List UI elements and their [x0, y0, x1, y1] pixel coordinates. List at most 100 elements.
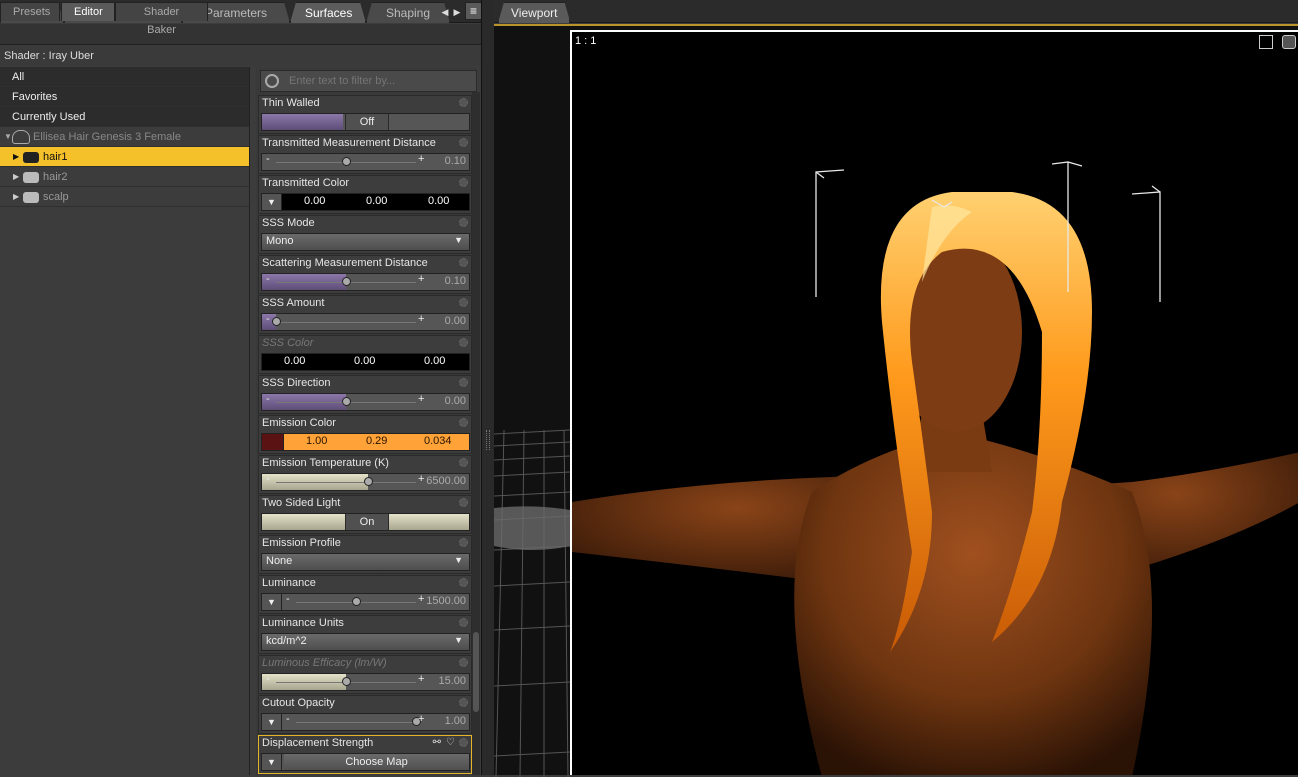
color-channel-value[interactable]: 0.29 [366, 435, 387, 447]
color-channel-value[interactable]: 0.00 [304, 195, 325, 207]
dropdown-select[interactable]: kcd/m^2 ▼ [261, 633, 470, 651]
render-settings-icon[interactable] [1259, 35, 1273, 49]
increment-button[interactable]: + [418, 153, 424, 165]
tree-figure-node[interactable]: ▼ Ellisea Hair Genesis 3 Female [0, 127, 249, 147]
tree-category-all[interactable]: All [0, 67, 249, 87]
gear-icon[interactable] [459, 418, 468, 427]
gear-icon[interactable] [459, 138, 468, 147]
divider-grip-icon[interactable] [486, 430, 490, 450]
slider-value[interactable]: 0.10 [445, 275, 466, 287]
gear-icon[interactable] [459, 498, 468, 507]
color-channel-value[interactable]: 0.00 [428, 195, 449, 207]
tree-item-scalp[interactable]: ▶ scalp [0, 187, 249, 207]
toggle-switch[interactable]: Off [261, 113, 470, 131]
increment-button[interactable]: + [418, 593, 424, 605]
heart-icon[interactable]: ♡ [446, 737, 455, 748]
color-channel-value[interactable]: 0.00 [284, 355, 305, 367]
tree-category-favorites[interactable]: Favorites [0, 87, 249, 107]
slider-value[interactable]: 0.00 [445, 315, 466, 327]
decrement-button[interactable]: - [266, 673, 270, 685]
subtab-presets[interactable]: Presets [0, 2, 60, 21]
choose-map-button[interactable]: Choose Map [284, 754, 469, 770]
decrement-button[interactable]: - [266, 273, 270, 285]
slider-value[interactable]: 1.00 [445, 715, 466, 727]
filter-input[interactable] [289, 71, 474, 91]
gear-icon[interactable] [459, 618, 468, 627]
gear-icon[interactable] [459, 178, 468, 187]
gear-icon[interactable] [459, 218, 468, 227]
increment-button[interactable]: + [418, 673, 424, 685]
gear-icon[interactable] [459, 378, 468, 387]
tab-scroll-right-icon[interactable]: ▶ [452, 4, 462, 20]
tree-item-hair1[interactable]: ▶ hair1 [0, 147, 249, 167]
tab-shaping[interactable]: Shaping [366, 2, 450, 23]
color-channel-value[interactable]: 0.034 [424, 435, 452, 447]
scrollbar-thumb[interactable] [473, 632, 479, 712]
slider-value[interactable]: 0.10 [445, 155, 466, 167]
slider-knob[interactable] [342, 677, 351, 686]
dropdown-select[interactable]: None ▼ [261, 553, 470, 571]
render-view[interactable] [570, 30, 1298, 775]
color-channel-value[interactable]: 0.00 [354, 355, 375, 367]
slider-value[interactable]: 1500.00 [426, 595, 466, 607]
slider-track[interactable] [276, 322, 416, 323]
slider-track[interactable] [276, 482, 416, 483]
color-field[interactable]: ▼ 0.00 0.00 0.00 [261, 193, 470, 211]
slider-knob[interactable] [342, 397, 351, 406]
toggle-label[interactable]: Off [345, 114, 389, 130]
slider-knob[interactable] [352, 597, 361, 606]
decrement-button[interactable]: - [286, 713, 290, 725]
color-channel-value[interactable]: 0.00 [366, 195, 387, 207]
slider-value[interactable]: 15.00 [438, 675, 466, 687]
gear-icon[interactable] [459, 258, 468, 267]
tab-viewport[interactable]: Viewport [498, 2, 570, 23]
panel-menu-icon[interactable]: ≡ [465, 2, 482, 20]
collapse-triangle-icon[interactable]: ▼ [4, 127, 12, 147]
value-slider[interactable]: - +15.00 [261, 673, 470, 691]
value-slider[interactable]: - +0.00 [261, 393, 470, 411]
gear-icon[interactable] [459, 98, 468, 107]
color-field[interactable]: 0.00 0.00 0.00 [261, 353, 470, 371]
tab-scroll-left-icon[interactable]: ◀ [440, 4, 450, 20]
gear-icon[interactable] [459, 338, 468, 347]
map-menu-button[interactable]: ▼ [262, 594, 282, 610]
increment-button[interactable]: + [418, 393, 424, 405]
gear-icon[interactable] [459, 698, 468, 707]
slider-knob[interactable] [342, 157, 351, 166]
map-menu-button[interactable]: ▼ [262, 754, 282, 770]
value-slider[interactable]: ▼ - +1.00 [261, 713, 470, 731]
gear-icon[interactable] [459, 578, 468, 587]
toggle-label[interactable]: On [345, 514, 389, 530]
increment-button[interactable]: + [418, 313, 424, 325]
map-thumbnail-icon[interactable] [262, 434, 284, 450]
subtab-shader-baker[interactable]: Shader Baker [115, 2, 208, 36]
emission-color-field[interactable]: 1.00 0.29 0.034 [261, 433, 470, 451]
subtab-editor[interactable]: Editor [61, 2, 115, 21]
property-scrollbar[interactable] [472, 92, 480, 775]
pane-divider[interactable] [481, 0, 494, 775]
camera-cube-icon[interactable] [1282, 35, 1296, 49]
decrement-button[interactable]: - [266, 313, 270, 325]
decrement-button[interactable]: - [286, 593, 290, 605]
decrement-button[interactable]: - [266, 393, 270, 405]
filter-box[interactable] [260, 70, 477, 92]
value-slider[interactable]: - +0.00 [261, 313, 470, 331]
value-slider[interactable]: - +0.10 [261, 273, 470, 291]
gear-icon[interactable] [459, 658, 468, 667]
tree-category-currently-used[interactable]: Currently Used [0, 107, 249, 127]
link-icon[interactable]: ⚯ [433, 737, 441, 748]
slider-value[interactable]: 6500.00 [426, 475, 466, 487]
slider-knob[interactable] [272, 317, 281, 326]
decrement-button[interactable]: - [266, 153, 270, 165]
increment-button[interactable]: + [418, 473, 424, 485]
slider-knob[interactable] [342, 277, 351, 286]
increment-button[interactable]: + [418, 713, 424, 725]
expand-triangle-icon[interactable]: ▶ [13, 187, 19, 207]
tree-item-hair2[interactable]: ▶ hair2 [0, 167, 249, 187]
value-slider[interactable]: ▼ - +1500.00 [261, 593, 470, 611]
slider-value[interactable]: 0.00 [445, 395, 466, 407]
expand-triangle-icon[interactable]: ▶ [13, 167, 19, 187]
slider-knob[interactable] [364, 477, 373, 486]
color-channel-value[interactable]: 0.00 [424, 355, 445, 367]
gear-icon[interactable] [459, 738, 468, 747]
